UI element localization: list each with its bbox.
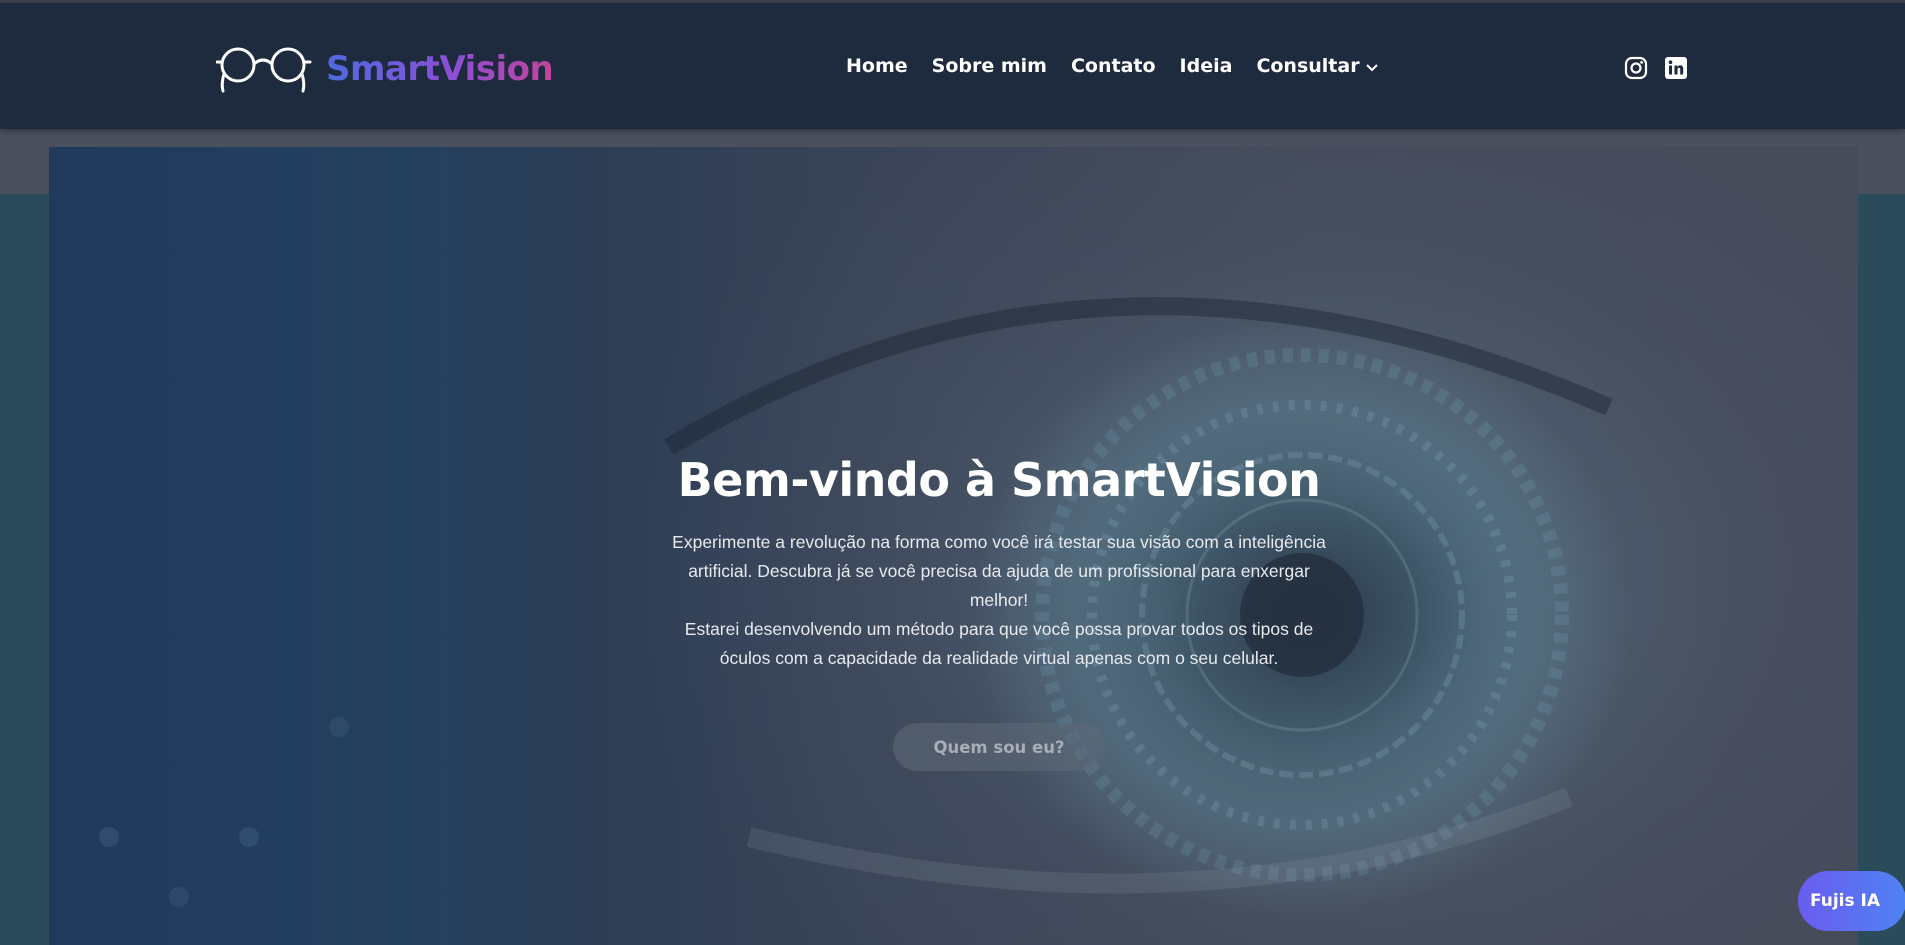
chat-assistant-button[interactable]: Fujis IA — [1798, 871, 1905, 931]
hero-title: Bem-vindo à SmartVision — [677, 453, 1321, 507]
hero-section: Bem-vindo à SmartVision Experimente a re… — [49, 147, 1858, 945]
glasses-icon — [216, 44, 312, 94]
hero-right-margin — [1856, 194, 1905, 945]
hero-description: Experimente a revolução na forma como vo… — [664, 528, 1334, 673]
instagram-icon[interactable] — [1624, 56, 1648, 80]
navbar: SmartVision Home Sobre mim Contato Ideia… — [0, 3, 1905, 129]
about-me-button[interactable]: Quem sou eu? — [893, 723, 1105, 771]
hero-paragraph-1: Experimente a revolução na forma como vo… — [672, 532, 1326, 610]
nav-item-ideia[interactable]: Ideia — [1180, 55, 1233, 77]
hero-content: Bem-vindo à SmartVision Experimente a re… — [609, 452, 1389, 771]
chat-assistant-label: Fujis IA — [1809, 891, 1881, 911]
nav-item-contato[interactable]: Contato — [1071, 55, 1156, 77]
nav-item-sobre-mim[interactable]: Sobre mim — [932, 55, 1047, 77]
nav-item-home[interactable]: Home — [846, 55, 908, 77]
social-links — [1624, 56, 1688, 80]
chevron-down-icon — [1365, 55, 1378, 77]
hero-left-margin — [0, 194, 49, 945]
hero-paragraph-2: Estarei desenvolvendo um método para que… — [684, 619, 1314, 668]
brand-logo-link[interactable]: SmartVision — [216, 41, 554, 97]
brand-name: SmartVision — [326, 49, 554, 89]
nav-item-consultar-label: Consultar — [1256, 55, 1360, 77]
linkedin-icon[interactable] — [1664, 56, 1688, 80]
page: SmartVision Home Sobre mim Contato Ideia… — [0, 0, 1905, 945]
main-navigation: Home Sobre mim Contato Ideia Consultar — [846, 55, 1378, 77]
nav-item-consultar[interactable]: Consultar — [1256, 55, 1378, 77]
